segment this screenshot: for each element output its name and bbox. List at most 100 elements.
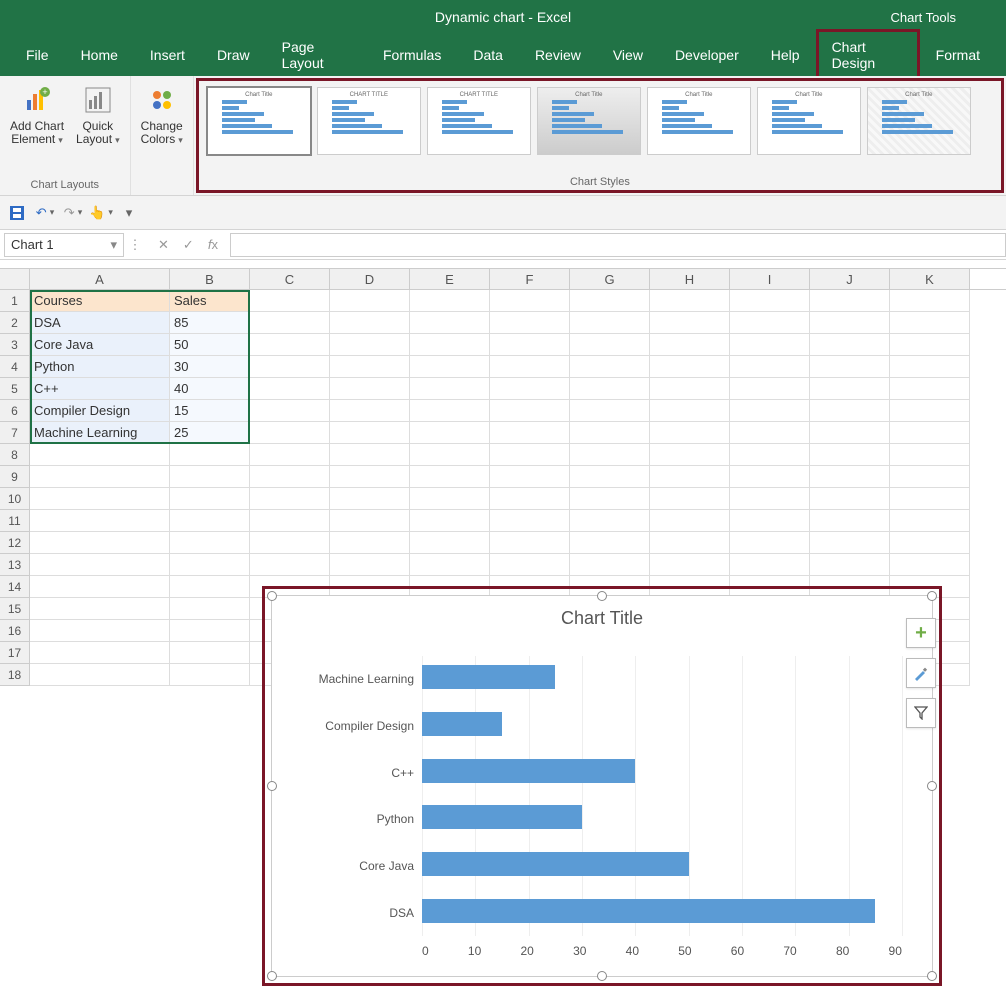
cell-empty[interactable]: [810, 532, 890, 554]
menu-home[interactable]: Home: [65, 37, 134, 73]
cell-B6[interactable]: 15: [170, 400, 250, 422]
cell-empty[interactable]: [250, 510, 330, 532]
cell-A4[interactable]: Python: [30, 356, 170, 378]
col-header-C[interactable]: C: [250, 269, 330, 289]
cell-empty[interactable]: [650, 356, 730, 378]
cell-empty[interactable]: [330, 532, 410, 554]
row-header-2[interactable]: 2: [0, 312, 30, 334]
cell-empty[interactable]: [490, 422, 570, 444]
menu-draw[interactable]: Draw: [201, 37, 266, 73]
resize-handle-s[interactable]: [597, 971, 607, 981]
cell-empty[interactable]: [810, 378, 890, 400]
cell-empty[interactable]: [490, 554, 570, 576]
cell-empty[interactable]: [490, 312, 570, 334]
cell-empty[interactable]: [650, 378, 730, 400]
cell-empty[interactable]: [810, 400, 890, 422]
col-header-G[interactable]: G: [570, 269, 650, 289]
cell-empty[interactable]: [730, 532, 810, 554]
cell-A1[interactable]: Courses: [30, 290, 170, 312]
chart-style-6[interactable]: Chart Title: [757, 87, 861, 155]
cell-empty[interactable]: [330, 334, 410, 356]
qat-customize-button[interactable]: ▾: [120, 204, 138, 222]
cell-empty[interactable]: [570, 488, 650, 510]
cell-empty[interactable]: [570, 466, 650, 488]
redo-button[interactable]: ↷: [64, 204, 82, 222]
resize-handle-se[interactable]: [927, 971, 937, 981]
cell-empty[interactable]: [730, 466, 810, 488]
chart-style-7[interactable]: Chart Title: [867, 87, 971, 155]
resize-handle-e[interactable]: [927, 781, 937, 791]
enter-formula-icon[interactable]: ✓: [183, 237, 194, 253]
cell-B7[interactable]: 25: [170, 422, 250, 444]
cell-empty[interactable]: [570, 356, 650, 378]
cell-empty[interactable]: [330, 510, 410, 532]
row-header-1[interactable]: 1: [0, 290, 30, 312]
chart-bar[interactable]: [422, 899, 875, 923]
cell-empty[interactable]: [730, 290, 810, 312]
cell-empty[interactable]: [250, 554, 330, 576]
cell-empty[interactable]: [250, 378, 330, 400]
cell-empty[interactable]: [570, 444, 650, 466]
cell-A7[interactable]: Machine Learning: [30, 422, 170, 444]
cell-empty[interactable]: [730, 444, 810, 466]
cell-empty[interactable]: [890, 400, 970, 422]
cell-empty[interactable]: [810, 466, 890, 488]
cell-empty[interactable]: [250, 312, 330, 334]
cell-empty[interactable]: [250, 488, 330, 510]
cell-empty[interactable]: [890, 334, 970, 356]
cell-empty[interactable]: [810, 290, 890, 312]
cell-empty[interactable]: [410, 532, 490, 554]
cell-empty[interactable]: [650, 532, 730, 554]
menu-view[interactable]: View: [597, 37, 659, 73]
cell-empty[interactable]: [890, 378, 970, 400]
cell-B14[interactable]: [170, 576, 250, 598]
touch-mode-button[interactable]: 👆: [92, 204, 110, 222]
cell-B8[interactable]: [170, 444, 250, 466]
menu-data[interactable]: Data: [457, 37, 519, 73]
cell-B12[interactable]: [170, 532, 250, 554]
fx-icon[interactable]: fx: [208, 237, 218, 252]
cell-empty[interactable]: [490, 466, 570, 488]
row-header-10[interactable]: 10: [0, 488, 30, 510]
chart-bar[interactable]: [422, 852, 689, 876]
cell-B15[interactable]: [170, 598, 250, 620]
cell-B11[interactable]: [170, 510, 250, 532]
cell-empty[interactable]: [570, 378, 650, 400]
cell-A16[interactable]: [30, 620, 170, 642]
cell-B3[interactable]: 50: [170, 334, 250, 356]
cell-empty[interactable]: [650, 554, 730, 576]
cell-empty[interactable]: [330, 422, 410, 444]
cell-empty[interactable]: [410, 488, 490, 510]
cell-empty[interactable]: [810, 554, 890, 576]
cell-A17[interactable]: [30, 642, 170, 664]
cell-empty[interactable]: [650, 312, 730, 334]
cell-empty[interactable]: [650, 400, 730, 422]
row-header-18[interactable]: 18: [0, 664, 30, 686]
col-header-A[interactable]: A: [30, 269, 170, 289]
cell-empty[interactable]: [490, 290, 570, 312]
col-header-E[interactable]: E: [410, 269, 490, 289]
col-header-J[interactable]: J: [810, 269, 890, 289]
cell-empty[interactable]: [250, 444, 330, 466]
resize-handle-sw[interactable]: [267, 971, 277, 981]
cell-empty[interactable]: [810, 444, 890, 466]
quick-layout-button[interactable]: Quick Layout: [74, 82, 122, 148]
cell-empty[interactable]: [490, 378, 570, 400]
cell-empty[interactable]: [730, 488, 810, 510]
expand-formula-icon[interactable]: ⋮: [124, 237, 146, 253]
cell-empty[interactable]: [410, 312, 490, 334]
cell-A13[interactable]: [30, 554, 170, 576]
cell-empty[interactable]: [570, 334, 650, 356]
menu-file[interactable]: File: [10, 37, 65, 73]
cell-empty[interactable]: [650, 444, 730, 466]
cell-empty[interactable]: [490, 510, 570, 532]
row-header-7[interactable]: 7: [0, 422, 30, 444]
cell-empty[interactable]: [410, 378, 490, 400]
resize-handle-n[interactable]: [597, 591, 607, 601]
col-header-D[interactable]: D: [330, 269, 410, 289]
chart-style-3[interactable]: CHART TITLE: [427, 87, 531, 155]
cell-empty[interactable]: [810, 510, 890, 532]
cell-empty[interactable]: [410, 554, 490, 576]
menu-page-layout[interactable]: Page Layout: [266, 29, 367, 81]
cell-empty[interactable]: [890, 532, 970, 554]
